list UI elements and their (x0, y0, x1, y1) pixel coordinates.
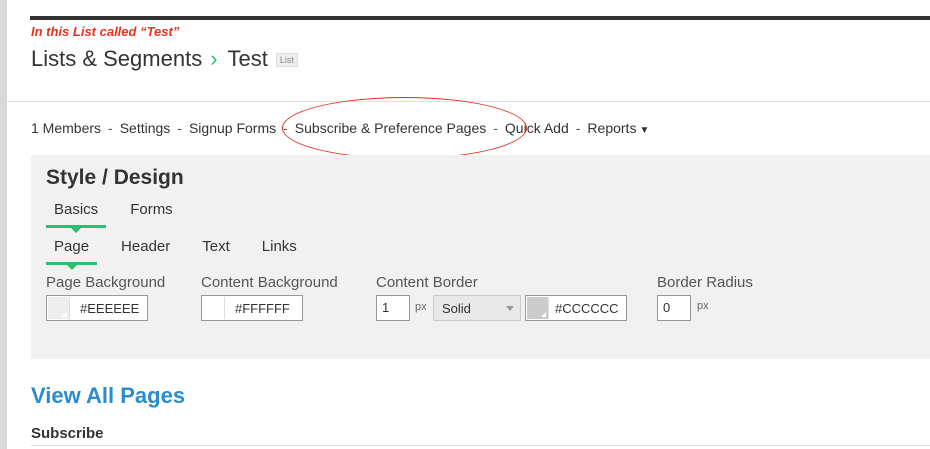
nav-separator: - (575, 120, 581, 136)
design-tabs: Basics Forms (46, 201, 181, 228)
breadcrumb: Lists & Segments › Test List (31, 46, 298, 72)
content-background-swatch[interactable] (203, 297, 225, 319)
page-background-value: #EEEEEE (80, 300, 140, 316)
section-divider (31, 445, 930, 446)
content-background-label: Content Background (201, 274, 338, 291)
page-background-picker[interactable]: #EEEEEE (46, 295, 148, 321)
basics-subtabs: Page Header Text Links (46, 238, 305, 265)
view-all-pages-link[interactable]: View All Pages (31, 383, 185, 409)
left-rail (0, 0, 7, 449)
breadcrumb-current: Test (227, 46, 268, 71)
style-design-panel: Style / Design Basics Forms Page Header … (31, 155, 930, 359)
nav-settings[interactable]: Settings (120, 120, 171, 136)
content-background-picker[interactable]: #FFFFFF (201, 295, 303, 321)
border-radius-unit: px (697, 300, 709, 312)
subtab-header[interactable]: Header (113, 238, 178, 265)
nav-separator: - (177, 120, 182, 136)
nav-members[interactable]: 1 Members (31, 120, 101, 136)
subtab-links[interactable]: Links (254, 238, 305, 265)
annotation-note: In this List called “Test” (31, 24, 180, 39)
tab-basics[interactable]: Basics (46, 201, 107, 228)
content-background-value: #FFFFFF (235, 300, 290, 316)
page-background-label: Page Background (46, 274, 166, 291)
border-width-input[interactable]: 1 (376, 295, 410, 321)
border-radius-input[interactable]: 0 (657, 295, 691, 321)
dropdown-arrow-icon (506, 306, 514, 311)
subtab-text[interactable]: Text (194, 238, 238, 265)
border-radius-label: Border Radius (657, 274, 753, 291)
border-color-value: #CCCCCC (555, 300, 619, 316)
border-width-unit: px (415, 301, 427, 313)
breadcrumb-parent[interactable]: Lists & Segments (31, 46, 202, 72)
border-style-value: Solid (442, 301, 471, 316)
page-background-swatch[interactable] (48, 297, 70, 319)
nav-separator: - (108, 120, 113, 136)
tab-forms[interactable]: Forms (122, 201, 181, 228)
content-border-label: Content Border (376, 274, 478, 291)
nav-reports-label: Reports (587, 120, 637, 136)
panel-title: Style / Design (46, 166, 184, 189)
subtab-page[interactable]: Page (46, 238, 98, 265)
subscribe-heading: Subscribe (31, 425, 104, 442)
top-rule (30, 16, 930, 20)
list-badge: List (275, 53, 298, 67)
border-color-picker[interactable]: #CCCCCC (525, 295, 627, 321)
border-color-swatch[interactable] (527, 297, 549, 319)
border-style-select[interactable]: Solid (433, 295, 521, 321)
chevron-right-icon: › (210, 46, 218, 71)
nav-reports[interactable]: Reports ▼ (587, 120, 649, 136)
caret-down-icon: ▼ (639, 125, 650, 136)
nav-signup-forms[interactable]: Signup Forms (189, 120, 276, 136)
highlight-oval (282, 97, 527, 159)
